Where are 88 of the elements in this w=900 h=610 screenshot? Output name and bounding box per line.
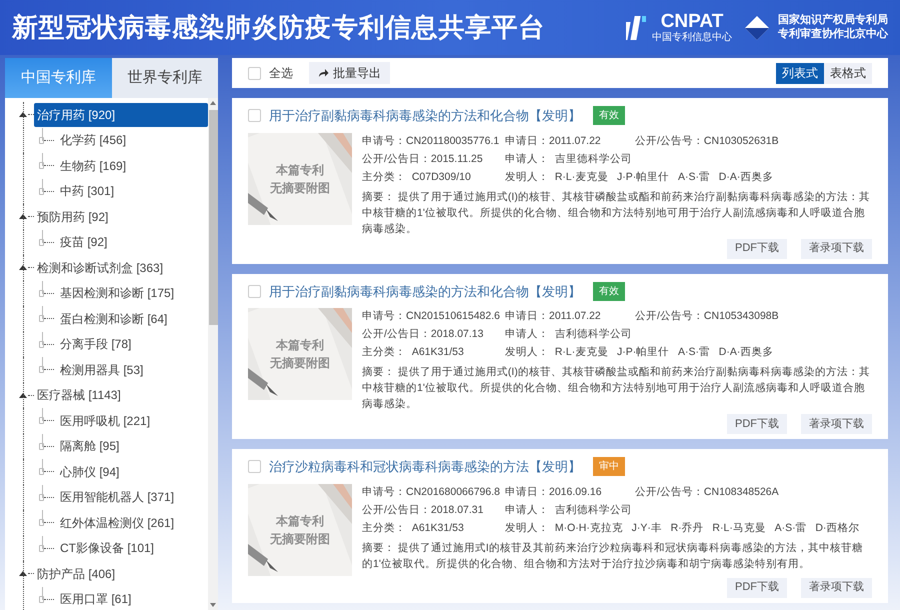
download-button[interactable]: 著录项下载 xyxy=(801,414,872,434)
field-text: 申请日：2011.07.22 xyxy=(505,310,601,322)
scroll-down-icon[interactable] xyxy=(210,603,216,607)
download-button[interactable]: 著录项下载 xyxy=(801,578,872,598)
thumbnail-caption: 无摘要附图 xyxy=(270,355,330,372)
result-title-link[interactable]: 用于治疗副黏病毒科病毒感染的方法和化合物【发明】 xyxy=(269,106,581,126)
tree-item[interactable]: 心肺仪 [94] xyxy=(57,460,122,484)
tree-item[interactable]: 分离手段 [78] xyxy=(57,332,134,356)
logo-text: 国家知识产权局专利局 xyxy=(778,14,888,28)
field-text: 主分类： C07D309/10 xyxy=(362,170,471,183)
tree-item[interactable]: 医用口罩 [61] xyxy=(57,587,134,610)
field-text: 申请人： 吉里德科学公司 xyxy=(505,152,632,165)
thumbnail-caption: 无摘要附图 xyxy=(270,180,330,196)
tree-item[interactable]: 化学药 [456] xyxy=(57,128,130,152)
tree-item[interactable]: 蛋白检测和诊断 [64] xyxy=(57,306,170,331)
expand-icon[interactable] xyxy=(19,265,27,270)
field-text: 申请日：2011.07.22 xyxy=(505,134,601,147)
field-text: 公开/公告号：CN103052631B xyxy=(635,134,779,147)
status-badge: 有效 xyxy=(593,282,625,301)
expand-icon[interactable] xyxy=(19,112,27,118)
field-text: 公开/公告号：CN108348526A xyxy=(635,486,779,498)
field-text: 发明人： M·O·H·克拉克 J·Y·丰 R·乔丹 R·L·马克曼 A·S·雷 D·西格尔 xyxy=(505,522,860,534)
tree-item[interactable]: 医用智能机器人 [371] xyxy=(57,485,178,510)
logo-subtitle: 中国专利信息中心 xyxy=(652,33,732,43)
field-text: 发明人： R·L·麦克曼 J·P·帕里什 A·S·雷 D·A·西奥多 xyxy=(505,346,774,358)
field-text: 发明人： R·L·麦克曼 J·P·帕里什 A·S·雷 D·A·西奥多 xyxy=(505,170,774,183)
result-title-link[interactable]: 用于治疗副黏病毒科病毒感染的方法和化合物【发明】 xyxy=(269,282,581,301)
field-text: 申请号：CN201180035776.1 xyxy=(362,134,500,147)
tree-item[interactable]: 治疗用药 [920] xyxy=(34,102,208,127)
share-arrow-icon xyxy=(318,68,329,78)
tree-item[interactable]: 医用呼吸机 [221] xyxy=(57,408,154,433)
field-text: 主分类： A61K31/53 xyxy=(362,346,464,358)
download-button[interactable]: 著录项下载 xyxy=(801,238,872,258)
field-text: 公开/公告日：2015.11.25 xyxy=(362,152,483,165)
abstract-text: 摘要： 提供了通过施用式I的核苷及其前药来治疗沙粒病毒科和冠状病毒科病毒感染的方法，其中核苷糖的1'位被取代。所提供的化合物、组合物和方法对于治疗拉沙病毒和胡宁病毒感染特别有用。 xyxy=(362,540,864,572)
abstract-text: 摘要： 提供了用于通过施用式(I)的核苷、其核苷磷酸盐或酯和前药来治疗副黏病毒科病毒感染的方法：其中核苷糖的1'位被取代。所提供的化合物、组合物和方法特别地可用于治疗人副流感病毒和人呼吸道合胞病毒感染。 xyxy=(362,365,871,412)
expand-icon[interactable] xyxy=(19,571,27,576)
checkbox[interactable] xyxy=(248,460,261,474)
tree-item[interactable]: 疫苗 [92] xyxy=(57,230,110,254)
status-badge: 审中 xyxy=(593,457,625,476)
field-text: 申请号：CN201510615482.6 xyxy=(362,310,500,322)
select-all-label: 全选 xyxy=(269,65,293,82)
scroll-up-icon[interactable] xyxy=(210,101,216,105)
checkbox[interactable] xyxy=(248,109,261,122)
field-text: 申请人： 吉利德科学公司 xyxy=(505,328,632,340)
diamond-logo-icon xyxy=(744,14,770,40)
download-button[interactable]: PDF下载 xyxy=(727,238,787,258)
result-title-link[interactable]: 治疗沙粒病毒科和冠状病毒科病毒感染的方法【发明】 xyxy=(269,457,581,476)
tree-item[interactable]: 检测和诊断试剂盒 [363] xyxy=(34,256,166,280)
tree-item[interactable]: 生物药 [169] xyxy=(57,154,130,178)
thumbnail-caption: 本篇专利 xyxy=(276,512,324,530)
checkbox[interactable] xyxy=(248,284,261,298)
view-toggle[interactable]: 列表式 xyxy=(776,62,824,84)
status-badge: 有效 xyxy=(593,106,625,126)
field-text: 公开/公告日：2018.07.31 xyxy=(362,504,484,516)
tree-item[interactable]: 中药 [301] xyxy=(57,179,118,204)
tree-item[interactable]: 基因检测和诊断 [175] xyxy=(57,281,178,306)
expand-icon[interactable] xyxy=(19,214,27,220)
tree-item[interactable]: 预防用药 [92] xyxy=(34,204,112,229)
field-text: 申请日：2016.09.16 xyxy=(505,486,602,498)
field-text: 主分类： A61K31/53 xyxy=(362,522,464,534)
field-text: 申请号：CN201680066796.8 xyxy=(362,486,500,498)
logo-icon xyxy=(626,14,648,42)
sidebar-tab[interactable]: 世界专利库 xyxy=(112,58,218,98)
view-toggle[interactable]: 表格式 xyxy=(824,62,872,84)
site-title: 新型冠状病毒感染肺炎防疫专利信息共享平台 xyxy=(12,11,545,44)
thumbnail-caption: 本篇专利 xyxy=(276,162,324,178)
tree-item[interactable]: 红外体温检测仪 [261] xyxy=(57,510,178,535)
export-button[interactable]: 批量导出 xyxy=(309,62,390,84)
abstract-text: 摘要： 提供了用于通过施用式(I)的核苷、其核苷磷酸盐或酯和前药来治疗副黏病毒科病毒感染的方法：其中核苷糖的1'位被取代。所提供的化合物、组合物和方法特别地可用于治疗人副流感病毒和人呼吸道合胞病毒感染。 xyxy=(362,190,871,236)
scrollbar[interactable] xyxy=(208,98,218,610)
tree-item[interactable]: CT影像设备 [101] xyxy=(57,536,158,560)
thumbnail-caption: 本篇专利 xyxy=(276,337,324,354)
tree-item[interactable]: 医疗器械 [1143] xyxy=(34,383,124,408)
field-text: 公开/公告号：CN105343098B xyxy=(635,310,779,322)
download-button[interactable]: PDF下载 xyxy=(727,414,787,434)
logo-text: 专利审查协作北京中心 xyxy=(778,28,888,42)
tree-item[interactable]: 隔离舱 [95] xyxy=(57,434,122,458)
tree-item[interactable]: 检测用器具 [53] xyxy=(57,358,146,382)
tree-item[interactable]: 防护产品 [406] xyxy=(34,562,118,586)
field-text: 申请人： 吉利德科学公司 xyxy=(505,504,632,516)
download-button[interactable]: PDF下载 xyxy=(727,578,787,598)
thumbnail-caption: 无摘要附图 xyxy=(270,530,330,548)
checkbox[interactable] xyxy=(248,66,261,80)
scroll-thumb[interactable] xyxy=(208,110,218,325)
logo-name: CNPAT xyxy=(660,12,724,31)
expand-icon[interactable] xyxy=(19,392,27,398)
field-text: 公开/公告日：2018.07.13 xyxy=(362,328,484,340)
